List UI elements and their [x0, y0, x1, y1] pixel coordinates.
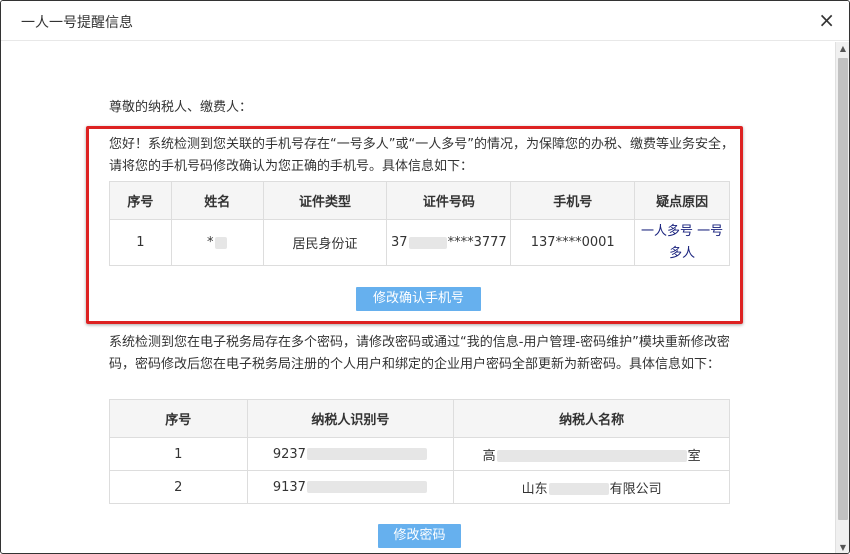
table-row: 2 9137 山东 有限公司 [109, 470, 730, 504]
col-header: 姓名 [170, 181, 264, 220]
col-header: 证件号码 [386, 181, 512, 220]
redacted-tax-id [306, 481, 427, 493]
redacted-name [214, 236, 227, 249]
table-row: 1 9237 高室 [109, 437, 730, 471]
redacted-tax-id [306, 448, 427, 460]
tax-id-cell: 9137 [246, 470, 455, 504]
phone-info-table: 序号 姓名 证件类型 证件号码 手机号 疑点原因 1 * 居民身份证 37 ***… [109, 181, 730, 266]
modify-phone-button[interactable]: 修改确认手机号 [356, 287, 481, 311]
col-header: 序号 [109, 181, 172, 220]
col-header: 证件类型 [262, 181, 388, 220]
scroll-up-icon[interactable]: ▲ [838, 44, 848, 53]
section2-text: 系统检测到您在电子税务局存在多个密码，请修改密码或通过“我的信息-用户管理-密码… [109, 335, 730, 372]
name-suffix: 有限公司 [609, 481, 662, 497]
row-number: 1 [109, 219, 172, 266]
taxpayer-name-cell: 高室 [453, 437, 730, 471]
table-row: 1 * 居民身份证 37 ****3777 137****0001 一人多号 一号… [109, 219, 730, 266]
phone-cell: 137****0001 [510, 219, 636, 266]
reason-text: 一人多号 一号多人 [641, 223, 724, 261]
col-header: 手机号 [510, 181, 636, 220]
dialog: 一人一号提醒信息 × 尊敬的纳税人、缴费人： 您好！系统检测到您关联的手机号存在… [0, 0, 850, 554]
name-prefix: 山东 [521, 481, 548, 497]
tax-id-prefix: 9237 [272, 446, 306, 462]
scrollbar-thumb[interactable] [838, 58, 848, 520]
name-prefix: 高 [482, 448, 496, 464]
id-prefix: 37 [391, 235, 408, 250]
row-number: 2 [109, 470, 248, 504]
scrollbar[interactable]: ▲ ▼ [835, 42, 849, 553]
scroll-down-icon[interactable]: ▼ [838, 543, 848, 552]
dialog-title: 一人一号提醒信息 [21, 15, 133, 31]
tax-id-cell: 9237 [246, 437, 455, 471]
redacted-id [408, 236, 447, 249]
modify-password-button[interactable]: 修改密码 [378, 524, 461, 548]
dialog-titlebar: 一人一号提醒信息 × [1, 1, 849, 41]
dialog-content: 尊敬的纳税人、缴费人： 您好！系统检测到您关联的手机号存在“一号多人”或“一人多… [1, 42, 835, 553]
redacted-name [548, 483, 609, 495]
redacted-name [496, 450, 687, 462]
tax-id-prefix: 9137 [272, 479, 306, 495]
taxpayer-name-cell: 山东 有限公司 [453, 470, 730, 504]
col-header: 疑点原因 [634, 181, 730, 220]
id-type-cell: 居民身份证 [262, 219, 388, 266]
col-header: 序号 [109, 399, 248, 438]
table-header-row: 序号 姓名 证件类型 证件号码 手机号 疑点原因 [109, 181, 730, 220]
salutation: 尊敬的纳税人、缴费人： [109, 100, 253, 115]
taxpayer-table: 序号 纳税人识别号 纳税人名称 1 9237 高室 2 9137 山东 有限公司 [109, 399, 730, 504]
col-header: 纳税人识别号 [246, 399, 455, 438]
table-header-row: 序号 纳税人识别号 纳税人名称 [109, 399, 730, 438]
name-cell: * [170, 219, 264, 266]
id-suffix: ****3777 [447, 235, 507, 250]
close-icon[interactable]: × [818, 10, 835, 30]
col-header: 纳税人名称 [453, 399, 730, 438]
id-number-cell: 37 ****3777 [386, 219, 512, 266]
section1-text: 您好！系统检测到您关联的手机号存在“一号多人”或“一人多号”的情况，为保障您的办… [109, 137, 734, 174]
name-prefix: * [207, 235, 214, 250]
reason-cell: 一人多号 一号多人 [634, 219, 730, 266]
row-number: 1 [109, 437, 248, 471]
name-suffix: 室 [687, 448, 701, 464]
